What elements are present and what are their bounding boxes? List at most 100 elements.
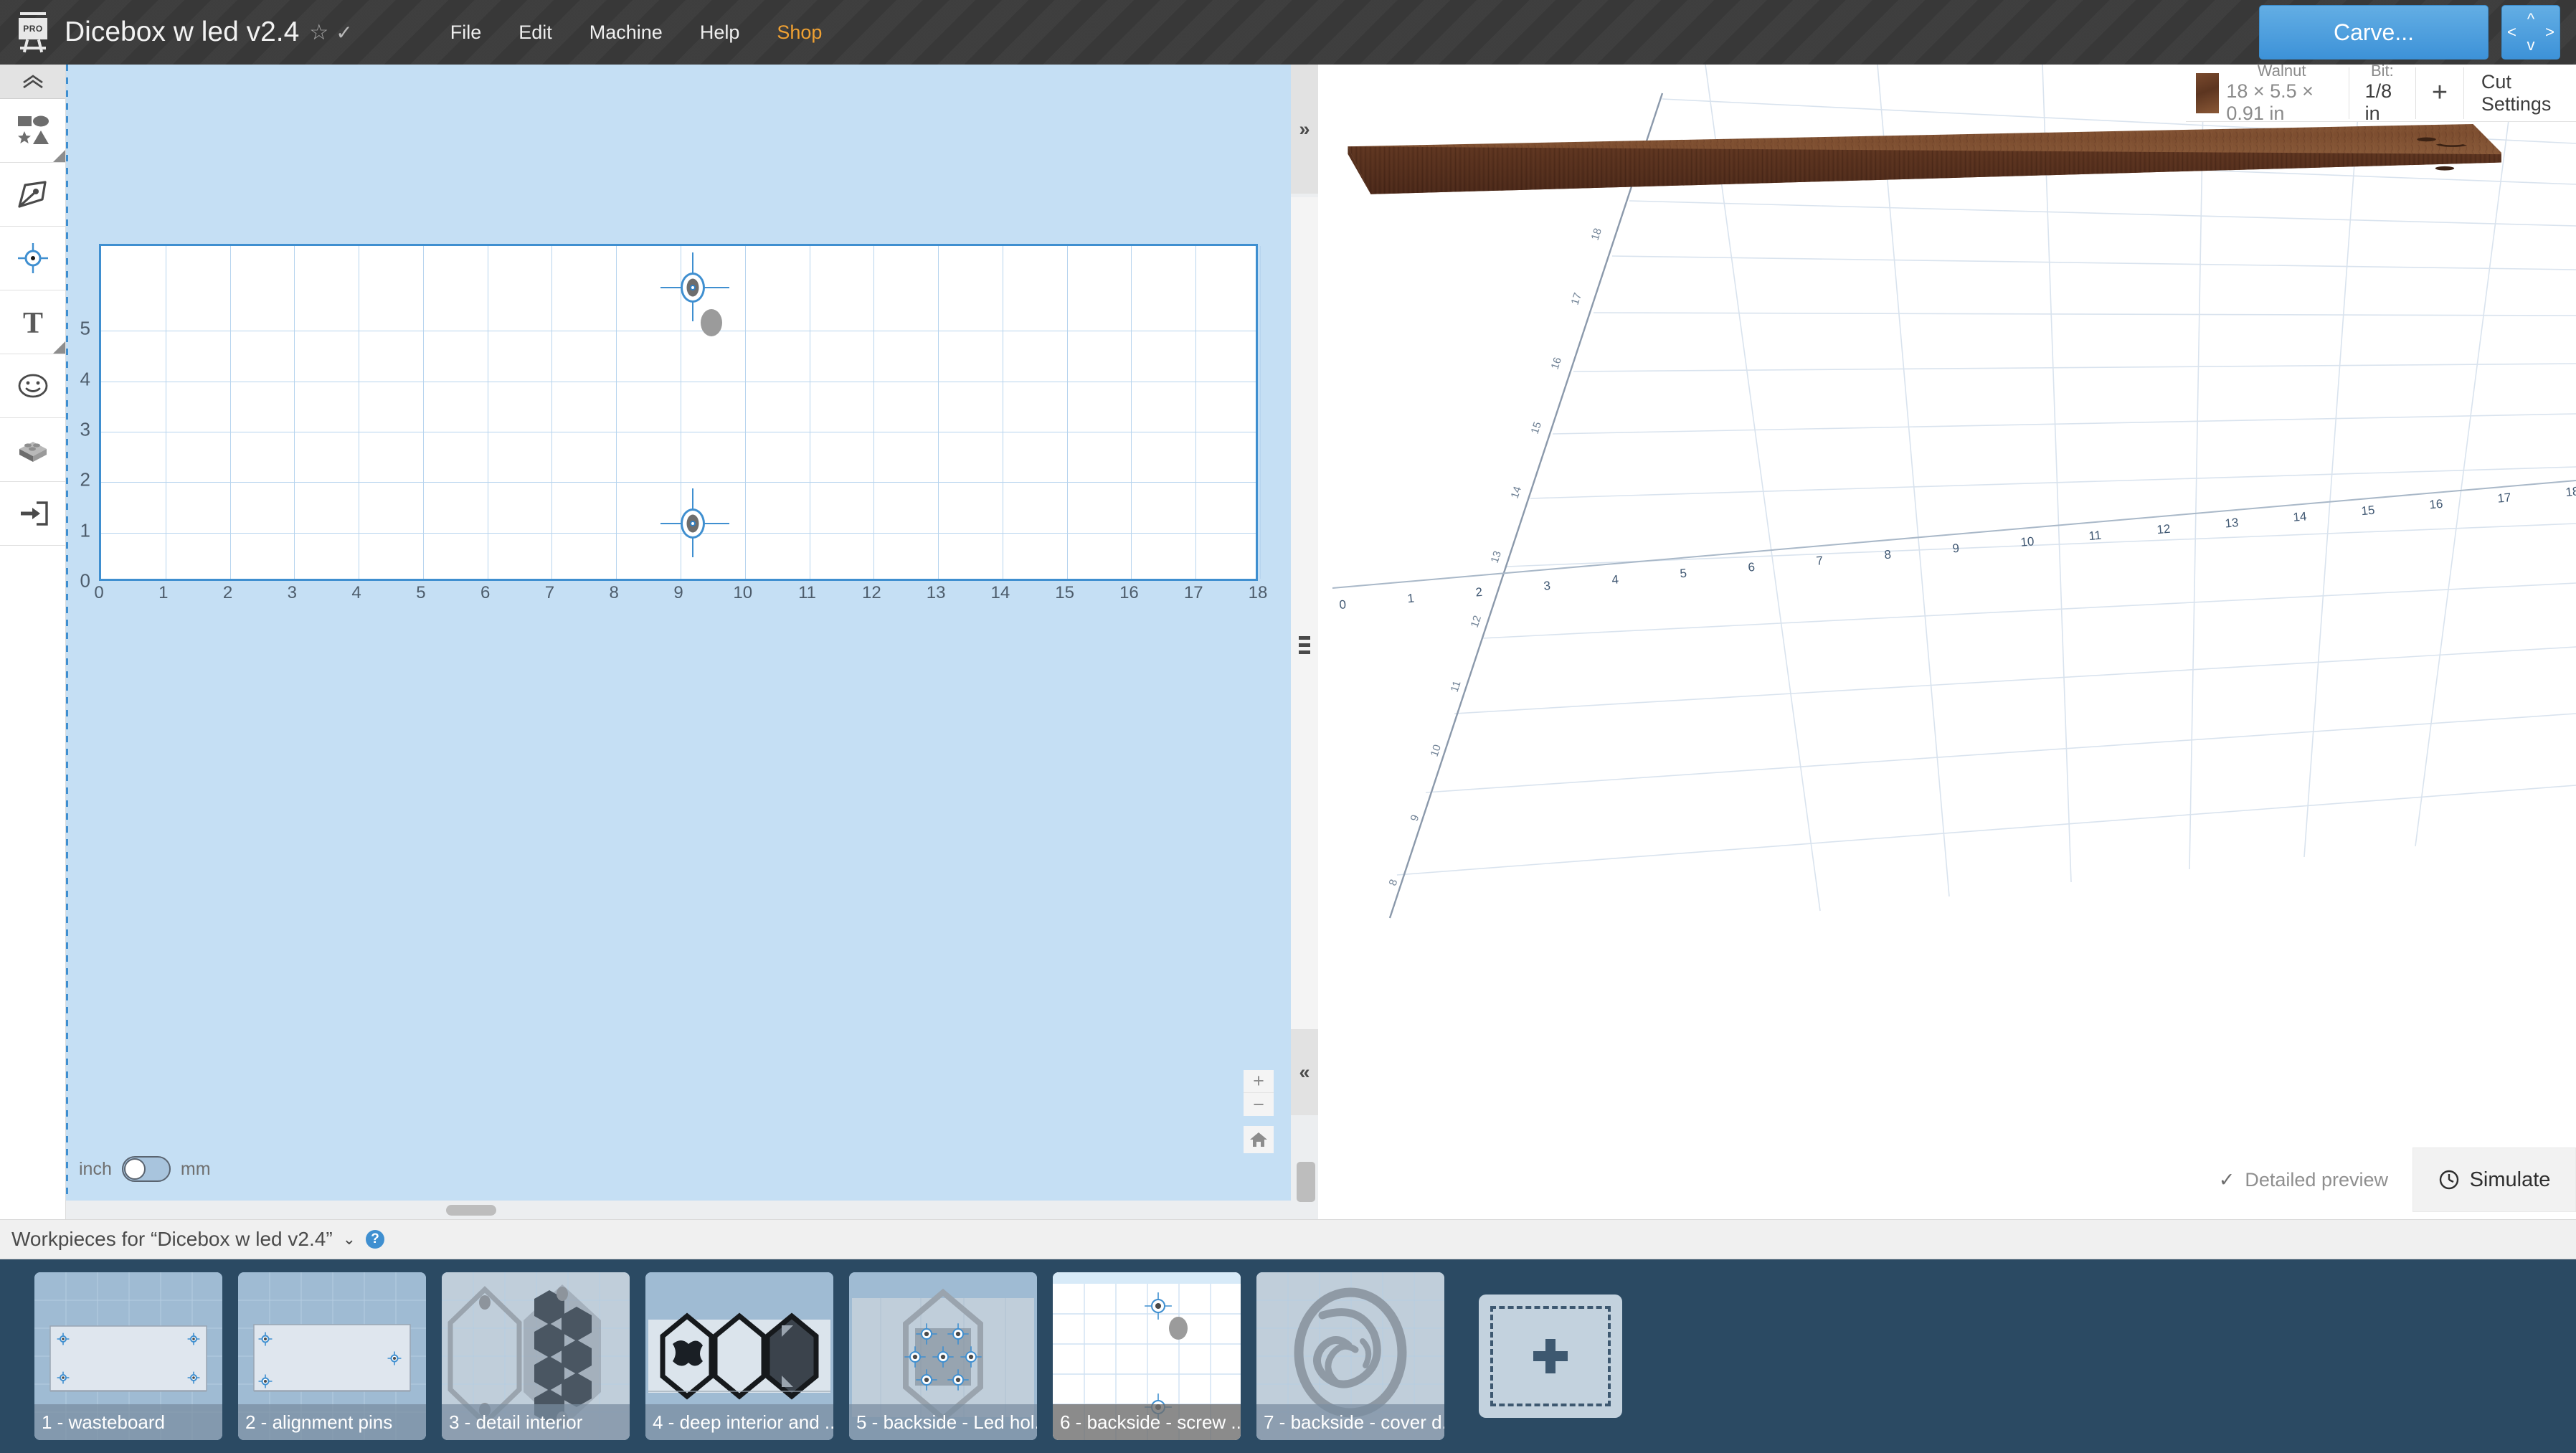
- cut-settings-button[interactable]: Cut Settings: [2464, 71, 2576, 115]
- keyhole-marker-top[interactable]: [681, 273, 705, 303]
- jog-nav-pad[interactable]: ^ v < >: [2501, 5, 2560, 60]
- pro-badge-label: PRO: [19, 18, 47, 39]
- simulate-button[interactable]: Simulate: [2412, 1147, 2576, 1212]
- checkmark-icon: ✓: [336, 21, 352, 44]
- drill-point-tool[interactable]: [0, 227, 65, 290]
- marker-center-dot: [690, 285, 696, 290]
- ruler3d-tick-1: 1: [1407, 592, 1415, 606]
- ruler3d-tick-14: 14: [2293, 509, 2308, 524]
- shapes-tool[interactable]: [0, 99, 65, 163]
- import-tool[interactable]: [0, 482, 65, 546]
- pen-icon: [16, 178, 49, 211]
- workpiece-card-6[interactable]: 6 - backside - screw ...: [1053, 1272, 1241, 1440]
- gridline-x-17: [1195, 246, 1196, 579]
- menu-machine[interactable]: Machine: [571, 22, 681, 44]
- icon-library-tool[interactable]: [0, 354, 65, 418]
- nav-down-icon[interactable]: v: [2527, 37, 2535, 53]
- material-name: Walnut: [2258, 65, 2306, 80]
- zoom-home-button[interactable]: [1244, 1126, 1274, 1153]
- project-title[interactable]: Dicebox w led v2.4: [65, 16, 299, 48]
- add-bit-button[interactable]: +: [2416, 77, 2463, 108]
- zoom-in-button[interactable]: +: [1244, 1070, 1274, 1093]
- scrollbar-thumb[interactable]: [446, 1205, 496, 1216]
- preview-3d-pane[interactable]: 8 9 10 11 12 13 14 15 16 17 18: [1318, 65, 2576, 1219]
- workpiece-card-7[interactable]: 7 - backside - cover d...: [1256, 1272, 1444, 1440]
- panel-divider: » «: [1291, 65, 1318, 1219]
- divider-drag-handle[interactable]: [1291, 197, 1318, 1094]
- menu-edit[interactable]: Edit: [500, 22, 571, 44]
- ruler3d-tick-5: 5: [1680, 567, 1687, 581]
- canvas-horizontal-scrollbar[interactable]: [66, 1201, 1291, 1219]
- detailed-preview-toggle[interactable]: ✓ Detailed preview: [2219, 1169, 2388, 1191]
- ruler-x-tick-1: 1: [158, 583, 168, 603]
- keyhole-marker-bottom[interactable]: [681, 508, 705, 539]
- double-chevron-up-icon: [21, 75, 45, 89]
- ruler3d-tick-8: 8: [1884, 547, 1892, 562]
- text-tool[interactable]: T: [0, 290, 65, 354]
- marker-center-dot: [690, 521, 696, 526]
- ruler-y-tick-3: 3: [80, 418, 90, 440]
- detailed-preview-label: Detailed preview: [2245, 1169, 2388, 1191]
- left-toolbar: T: [0, 65, 66, 1219]
- 3d-objects-tool[interactable]: [0, 418, 65, 482]
- bit-info[interactable]: Bit: 1/8 in: [2349, 65, 2416, 121]
- canvas-ruler-y: 012345: [66, 244, 98, 581]
- material-swatch[interactable]: [2196, 73, 2219, 113]
- pen-tool[interactable]: [0, 163, 65, 227]
- workpiece-label-7: 7 - backside - cover d...: [1256, 1404, 1444, 1440]
- unit-toggle[interactable]: inch mm: [79, 1156, 211, 1182]
- workpiece-card-1[interactable]: 1 - wasteboard: [34, 1272, 222, 1440]
- ruler3d-tick-16: 16: [2429, 497, 2444, 512]
- zoom-out-button[interactable]: −: [1244, 1093, 1274, 1116]
- ruler3d-tick-0: 0: [1339, 597, 1347, 612]
- workpieces-strip[interactable]: 1 - wasteboard2 - alignment pins 3 - deta…: [0, 1259, 2576, 1453]
- chevron-double-down-icon[interactable]: ⌄: [343, 1230, 356, 1249]
- top-bar: PRO Dicebox w led v2.4 ☆ ✓ File Edit Mac…: [0, 0, 2576, 65]
- nav-left-icon[interactable]: <: [2507, 24, 2516, 40]
- text-T-icon: T: [16, 306, 49, 339]
- add-workpiece-button[interactable]: [1479, 1295, 1622, 1418]
- workpiece-card-5[interactable]: 5 - backside - Led hol...: [849, 1272, 1037, 1440]
- ruler-x-tick-2: 2: [223, 583, 232, 603]
- workpiece-card-2[interactable]: 2 - alignment pins: [238, 1272, 426, 1440]
- menu-shop[interactable]: Shop: [758, 22, 840, 44]
- material-outline-2d[interactable]: [99, 244, 1258, 581]
- menu-file[interactable]: File: [432, 22, 501, 44]
- toolbar-collapse-button[interactable]: [0, 65, 65, 99]
- ruler-x-tick-4: 4: [351, 583, 361, 603]
- bit-label: Bit:: [2371, 65, 2394, 80]
- material-info[interactable]: Walnut 18 × 5.5 × 0.91 in: [2226, 65, 2349, 121]
- canvas-ruler-x: 0123456789101112131415161718: [99, 583, 1258, 607]
- ruler-x-tick-8: 8: [610, 583, 619, 603]
- workpieces-header: Workpieces for “Dicebox w led v2.4” ⌄ ?: [0, 1219, 2576, 1259]
- workpiece-card-4[interactable]: 4 - deep interior and ...: [645, 1272, 833, 1440]
- workpiece-label-3: 3 - detail interior: [442, 1404, 630, 1440]
- main-menu: File Edit Machine Help Shop: [432, 22, 841, 44]
- unit-label-mm: mm: [181, 1159, 211, 1180]
- expand-right-button[interactable]: »: [1291, 65, 1318, 194]
- ruler-x-tick-14: 14: [991, 583, 1010, 603]
- carve-button[interactable]: Carve...: [2259, 5, 2489, 60]
- ruler3d-tick-12: 12: [2156, 522, 2172, 537]
- gray-ellipse-shape[interactable]: [701, 309, 722, 336]
- canvas-zoom-controls: + −: [1244, 1070, 1274, 1153]
- question-mark-icon[interactable]: ?: [366, 1230, 384, 1249]
- ruler-x-tick-3: 3: [288, 583, 297, 603]
- ruler3d-tick-6: 6: [1748, 560, 1756, 574]
- nav-right-icon[interactable]: >: [2545, 24, 2554, 40]
- ruler-x-tick-13: 13: [927, 583, 946, 603]
- workpiece-card-3[interactable]: 3 - detail interior: [442, 1272, 630, 1440]
- menu-help[interactable]: Help: [681, 22, 759, 44]
- gridline-x-7: [551, 246, 552, 579]
- ruler-y-tick-2: 2: [80, 469, 90, 491]
- workpiece-label-4: 4 - deep interior and ...: [645, 1404, 833, 1440]
- nav-up-icon[interactable]: ^: [2527, 11, 2534, 27]
- gridline-x-16: [1131, 246, 1132, 579]
- collapse-left-button[interactable]: «: [1291, 1029, 1318, 1115]
- star-outline-icon[interactable]: ☆: [309, 20, 328, 45]
- divider-scroll-thumb[interactable]: [1297, 1162, 1315, 1202]
- design-canvas-2d[interactable]: 0123456789101112131415161718 012345 inch…: [66, 65, 1291, 1219]
- unit-switch[interactable]: [122, 1156, 171, 1182]
- easel-pro-logo-icon[interactable]: PRO: [14, 12, 52, 52]
- bit-value: 1/8 in: [2365, 80, 2400, 125]
